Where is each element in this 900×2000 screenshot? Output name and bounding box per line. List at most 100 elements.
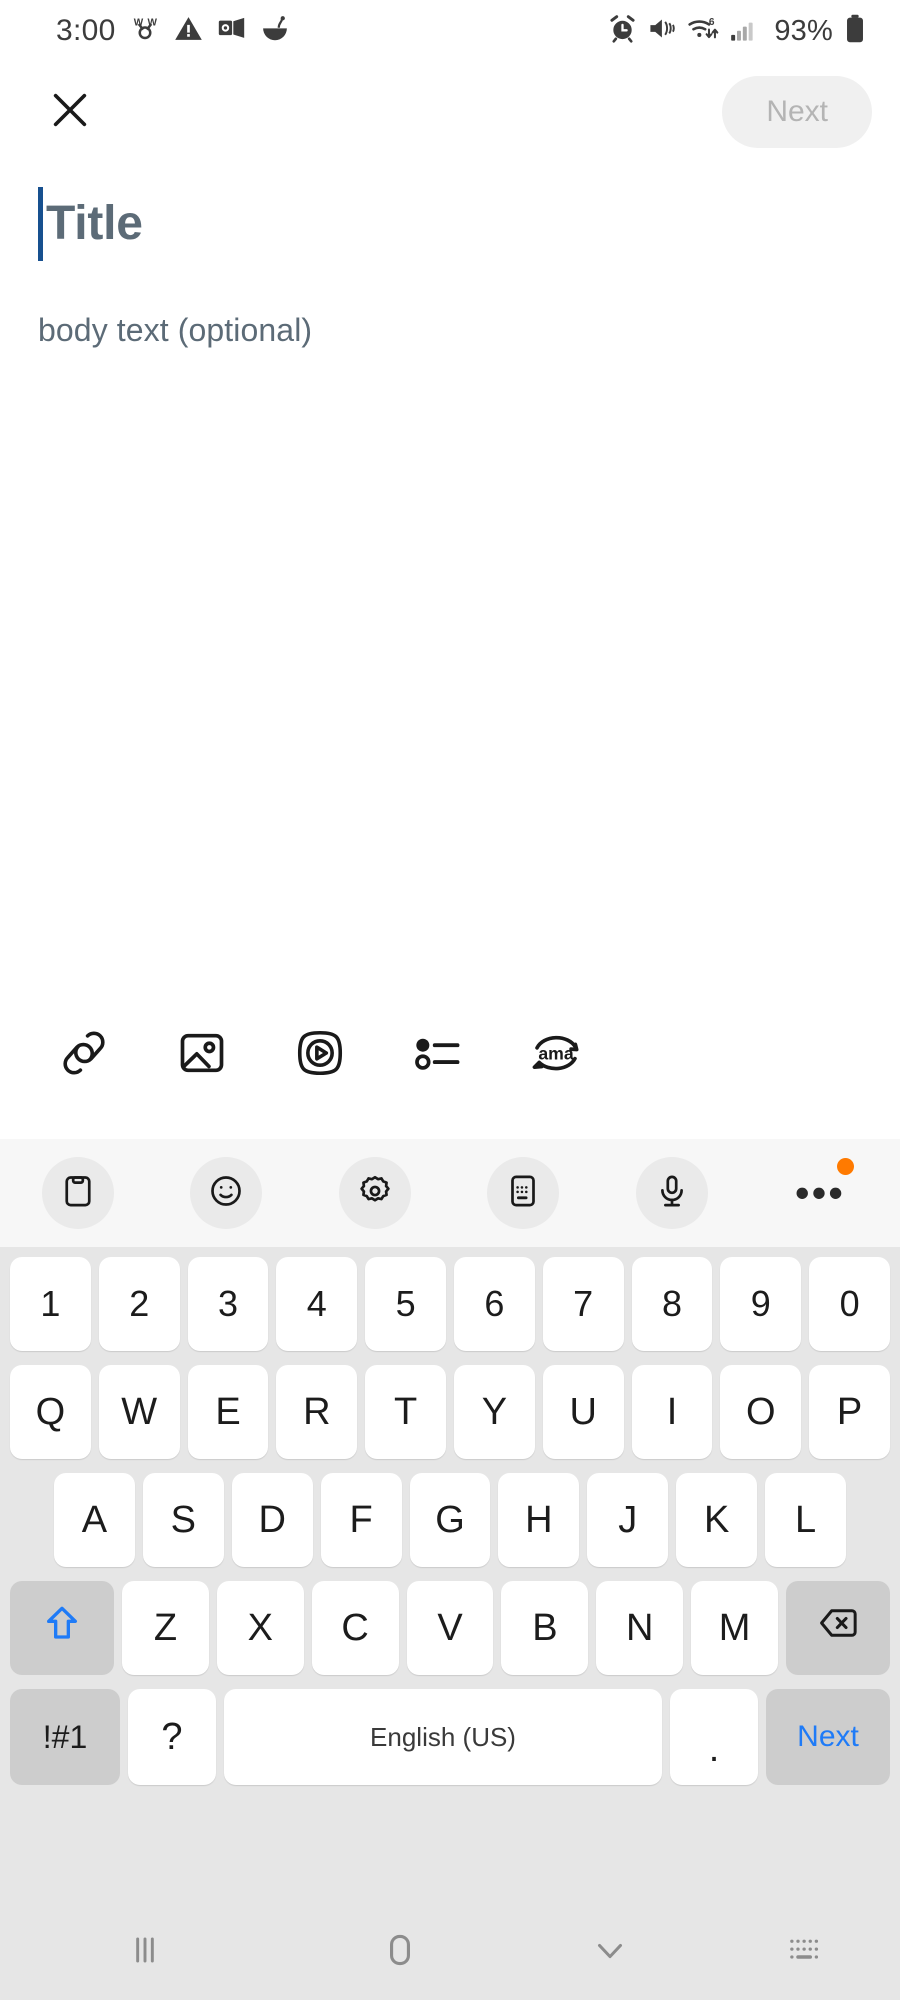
navigation-bar bbox=[0, 1904, 900, 2000]
key-5[interactable]: 5 bbox=[365, 1257, 446, 1351]
key-l[interactable]: L bbox=[765, 1473, 847, 1567]
mute-vibrate-icon bbox=[648, 14, 677, 48]
keyboard-row-bottom: !#1 ? English (US) . Next bbox=[6, 1689, 894, 1785]
key-8[interactable]: 8 bbox=[631, 1257, 713, 1351]
status-clock: 3:00 bbox=[56, 14, 116, 47]
ama-icon: ama bbox=[528, 1025, 584, 1086]
key-n[interactable]: N bbox=[596, 1581, 684, 1675]
key-z[interactable]: Z bbox=[122, 1581, 209, 1675]
key-3[interactable]: 3 bbox=[187, 1257, 269, 1351]
keyboard-switch-icon bbox=[784, 1929, 826, 1976]
attachment-toolbar: ama bbox=[0, 1000, 900, 1110]
key-e[interactable]: E bbox=[187, 1365, 269, 1459]
svg-text:ama: ama bbox=[538, 1043, 574, 1063]
warning-triangle-icon bbox=[174, 14, 203, 48]
key-h[interactable]: H bbox=[498, 1473, 580, 1567]
key-4[interactable]: 4 bbox=[276, 1257, 358, 1351]
period-key[interactable]: . bbox=[670, 1689, 758, 1785]
recents-button[interactable] bbox=[0, 1904, 290, 2000]
close-icon bbox=[47, 87, 93, 138]
key-r[interactable]: R bbox=[276, 1365, 358, 1459]
key-o[interactable]: O bbox=[720, 1365, 802, 1459]
video-button[interactable] bbox=[288, 1023, 352, 1087]
key-u[interactable]: U bbox=[542, 1365, 624, 1459]
backspace-key[interactable] bbox=[786, 1581, 891, 1675]
keyboard-row-numbers: 1 2 3 4 5 6 7 8 9 0 bbox=[6, 1257, 894, 1351]
recents-icon bbox=[123, 1928, 167, 1977]
enter-key[interactable]: Next bbox=[766, 1689, 890, 1785]
microphone-icon bbox=[654, 1173, 690, 1214]
notification-badge-dot bbox=[836, 1158, 854, 1175]
key-w[interactable]: W bbox=[98, 1365, 180, 1459]
post-composer: Title body text (optional) bbox=[0, 178, 900, 349]
wow-icon: W W bbox=[130, 14, 160, 49]
outlook-icon bbox=[217, 14, 246, 48]
keyboard-keys: 1 2 3 4 5 6 7 8 9 0 Q W E R T Y U I O P … bbox=[0, 1247, 900, 1785]
keyboard-toolbar: ••• bbox=[0, 1139, 900, 1247]
key-p[interactable]: P bbox=[809, 1365, 890, 1459]
emoji-icon bbox=[208, 1173, 244, 1214]
home-button[interactable] bbox=[290, 1904, 510, 2000]
key-1[interactable]: 1 bbox=[10, 1257, 91, 1351]
one-handed-keyboard-button[interactable] bbox=[487, 1157, 560, 1229]
battery-icon bbox=[844, 14, 866, 48]
voice-input-button[interactable] bbox=[635, 1157, 708, 1229]
more-dots-label: ••• bbox=[794, 1168, 846, 1216]
symbols-key[interactable]: !#1 bbox=[10, 1689, 120, 1785]
key-q[interactable]: Q bbox=[10, 1365, 91, 1459]
status-bar: 3:00 W W 6 93% bbox=[0, 0, 900, 62]
keyboard-row-qwerty: Q W E R T Y U I O P bbox=[6, 1365, 894, 1459]
link-button[interactable] bbox=[52, 1023, 116, 1087]
key-7[interactable]: 7 bbox=[542, 1257, 624, 1351]
poll-icon bbox=[412, 1027, 464, 1084]
keyboard-switch-button[interactable] bbox=[710, 1904, 900, 2000]
key-a[interactable]: A bbox=[54, 1473, 135, 1567]
title-input[interactable]: Title bbox=[38, 178, 862, 270]
key-y[interactable]: Y bbox=[454, 1365, 535, 1459]
settings-button[interactable] bbox=[338, 1157, 411, 1229]
key-9[interactable]: 9 bbox=[720, 1257, 802, 1351]
status-bar-right: 6 93% bbox=[608, 14, 866, 48]
key-c[interactable]: C bbox=[311, 1581, 399, 1675]
settings-gear-icon bbox=[357, 1173, 393, 1214]
hide-keyboard-button[interactable] bbox=[510, 1904, 710, 2000]
keyboard: ••• 1 2 3 4 5 6 7 8 9 0 Q W E R T Y U I … bbox=[0, 1139, 900, 2000]
key-m[interactable]: M bbox=[691, 1581, 779, 1675]
keyboard-more-button[interactable]: ••• bbox=[784, 1157, 856, 1229]
key-6[interactable]: 6 bbox=[454, 1257, 535, 1351]
key-j[interactable]: J bbox=[587, 1473, 669, 1567]
key-s[interactable]: S bbox=[142, 1473, 224, 1567]
key-k[interactable]: K bbox=[676, 1473, 758, 1567]
title-placeholder: Title bbox=[46, 197, 143, 250]
poll-button[interactable] bbox=[406, 1023, 470, 1087]
image-button[interactable] bbox=[170, 1023, 234, 1087]
key-x[interactable]: X bbox=[216, 1581, 304, 1675]
next-button[interactable]: Next bbox=[722, 76, 872, 148]
hide-keyboard-icon bbox=[589, 1929, 631, 1976]
key-d[interactable]: D bbox=[231, 1473, 313, 1567]
home-icon bbox=[378, 1928, 422, 1977]
key-0[interactable]: 0 bbox=[809, 1257, 890, 1351]
video-icon bbox=[293, 1026, 347, 1085]
question-key[interactable]: ? bbox=[128, 1689, 216, 1785]
image-icon bbox=[176, 1027, 228, 1084]
clipboard-button[interactable] bbox=[42, 1157, 114, 1229]
key-i[interactable]: I bbox=[631, 1365, 713, 1459]
space-key[interactable]: English (US) bbox=[224, 1689, 662, 1785]
text-cursor bbox=[38, 187, 43, 261]
backspace-icon bbox=[817, 1602, 859, 1654]
close-button[interactable] bbox=[38, 80, 102, 144]
key-2[interactable]: 2 bbox=[98, 1257, 180, 1351]
shift-key[interactable] bbox=[10, 1581, 114, 1675]
battery-percent-label: 93% bbox=[774, 14, 833, 47]
status-bar-left: 3:00 W W bbox=[56, 14, 290, 49]
svg-text:6: 6 bbox=[709, 17, 715, 28]
emoji-button[interactable] bbox=[190, 1157, 263, 1229]
body-input[interactable]: body text (optional) bbox=[38, 312, 862, 349]
key-f[interactable]: F bbox=[320, 1473, 402, 1567]
ama-button[interactable]: ama bbox=[524, 1023, 588, 1087]
key-t[interactable]: T bbox=[365, 1365, 446, 1459]
key-g[interactable]: G bbox=[409, 1473, 491, 1567]
key-b[interactable]: B bbox=[501, 1581, 589, 1675]
key-v[interactable]: V bbox=[406, 1581, 494, 1675]
